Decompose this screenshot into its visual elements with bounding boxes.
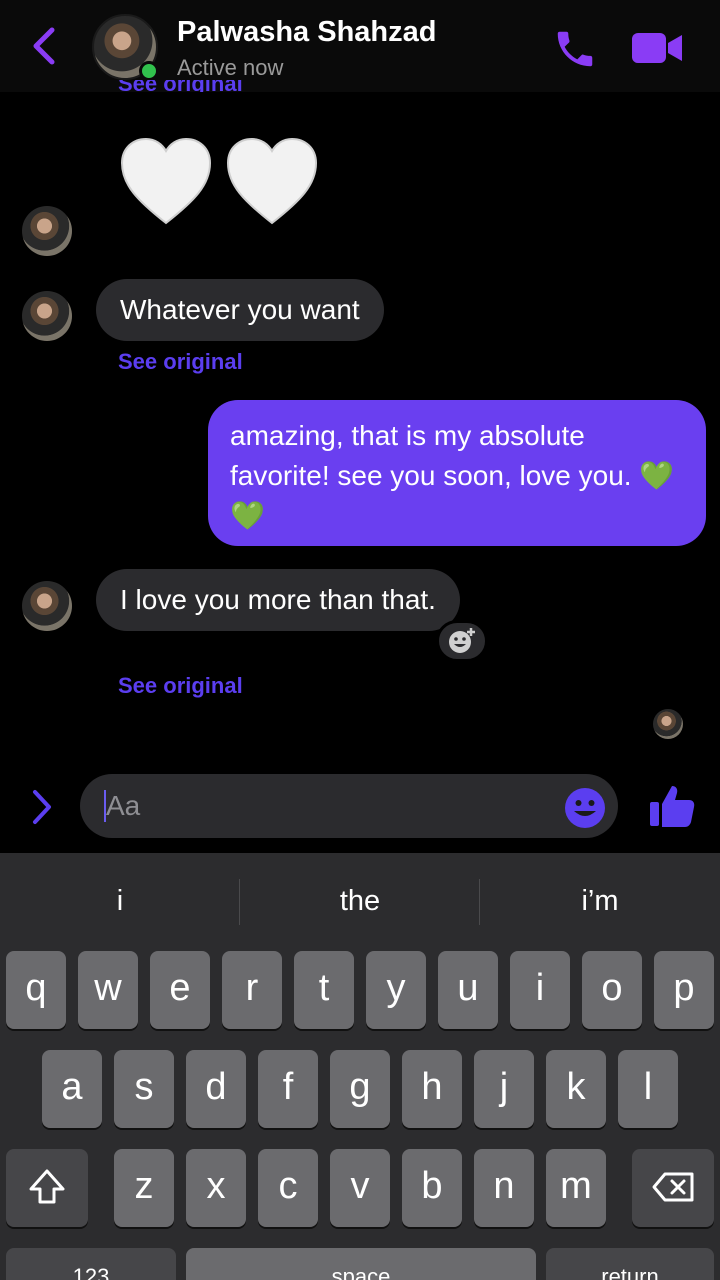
key-d[interactable]: d: [186, 1050, 246, 1128]
see-original-link-cut[interactable]: See original: [118, 80, 243, 92]
backspace-key[interactable]: [632, 1149, 714, 1227]
expand-chevron-icon[interactable]: [26, 788, 58, 826]
sender-avatar: [22, 581, 72, 631]
key-x[interactable]: x: [186, 1149, 246, 1227]
key-l[interactable]: l: [618, 1050, 678, 1128]
key-c[interactable]: c: [258, 1149, 318, 1227]
suggestion-item[interactable]: the: [240, 853, 480, 949]
add-reaction-icon[interactable]: [436, 620, 488, 662]
key-r[interactable]: r: [222, 951, 282, 1029]
keyboard: i the i’m q w e r t y u i o p a s d f g …: [0, 853, 720, 1280]
incoming-message[interactable]: I love you more than that.: [96, 569, 460, 631]
key-u[interactable]: u: [438, 951, 498, 1029]
emoji-icon[interactable]: [564, 787, 606, 829]
key-n[interactable]: n: [474, 1149, 534, 1227]
key-o[interactable]: o: [582, 951, 642, 1029]
contact-status: Active now: [177, 55, 284, 80]
conversation-header: Palwasha Shahzad Active now: [0, 0, 720, 92]
numbers-key[interactable]: 123: [6, 1248, 176, 1280]
key-j[interactable]: j: [474, 1050, 534, 1128]
sender-avatar: [22, 206, 72, 256]
key-t[interactable]: t: [294, 951, 354, 1029]
key-e[interactable]: e: [150, 951, 210, 1029]
contact-name[interactable]: Palwasha Shahzad: [177, 16, 437, 49]
hearts-message[interactable]: [118, 135, 320, 227]
message-input[interactable]: [106, 786, 546, 826]
key-y[interactable]: y: [366, 951, 426, 1029]
suggestion-item[interactable]: i’m: [480, 853, 720, 949]
backspace-icon: [652, 1172, 694, 1202]
sender-avatar: [22, 291, 72, 341]
key-a[interactable]: a: [42, 1050, 102, 1128]
key-b[interactable]: b: [402, 1149, 462, 1227]
thumbs-up-icon[interactable]: [648, 782, 696, 830]
white-heart-icon: [120, 137, 212, 225]
active-status-dot: [139, 61, 159, 81]
back-chevron-icon[interactable]: [28, 26, 64, 66]
phone-icon[interactable]: [552, 26, 598, 72]
key-i[interactable]: i: [510, 951, 570, 1029]
key-s[interactable]: s: [114, 1050, 174, 1128]
key-f[interactable]: f: [258, 1050, 318, 1128]
shift-key[interactable]: [6, 1149, 88, 1227]
key-q[interactable]: q: [6, 951, 66, 1029]
key-w[interactable]: w: [78, 951, 138, 1029]
video-camera-icon[interactable]: [630, 30, 684, 66]
key-g[interactable]: g: [330, 1050, 390, 1128]
return-key[interactable]: return: [546, 1248, 714, 1280]
seen-receipt-avatar: [653, 709, 683, 739]
key-z[interactable]: z: [114, 1149, 174, 1227]
outgoing-message[interactable]: amazing, that is my absolute favorite! s…: [208, 400, 706, 546]
see-original-link[interactable]: See original: [118, 349, 243, 375]
message-composer: [80, 774, 618, 838]
suggestion-item[interactable]: i: [0, 853, 240, 949]
white-heart-icon: [226, 137, 318, 225]
see-original-link[interactable]: See original: [118, 673, 243, 699]
key-p[interactable]: p: [654, 951, 714, 1029]
incoming-message[interactable]: Whatever you want: [96, 279, 384, 341]
key-m[interactable]: m: [546, 1149, 606, 1227]
shift-icon: [29, 1169, 65, 1204]
key-k[interactable]: k: [546, 1050, 606, 1128]
space-key[interactable]: space: [186, 1248, 536, 1280]
key-v[interactable]: v: [330, 1149, 390, 1227]
key-h[interactable]: h: [402, 1050, 462, 1128]
